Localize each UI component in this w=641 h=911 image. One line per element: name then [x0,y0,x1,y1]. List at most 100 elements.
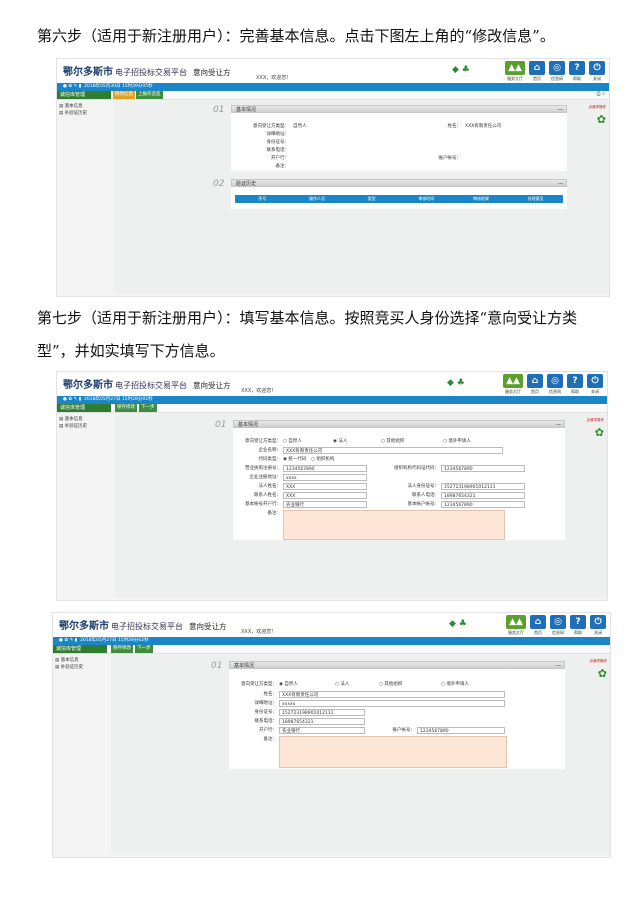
mascot-icon[interactable]: ✿ [597,113,606,126]
radio-other[interactable]: ○ 其他组织 [379,681,441,687]
history-panel: 序号 操作人员 类型 审核时间 审核结果 处理意见 [231,187,567,209]
power-icon: ⏻ [590,615,606,629]
next-button[interactable]: 下一步 [135,645,153,653]
tab-bar: 诚信库管理 修改信息 上报作造变 ⎙ ⌕ [57,91,609,100]
power-button[interactable]: ⏻ 关闭 [590,615,606,636]
help-icon: ? [567,374,583,388]
top-bar: 鄂尔多斯市 电子招投标交易平台 意向受让方 XXX，欢迎您！ ◆ ♣ ▲▲ 服务大厅 … [57,372,607,396]
sidebar-item-history[interactable]: ▤ 补验证历史 [59,423,87,430]
bank-input[interactable]: 农业银行 [279,727,365,734]
help-button[interactable]: ? 帮助 [569,61,585,82]
org-code-input[interactable]: 1234567890 [441,465,525,472]
save-button[interactable]: 保存修改 [115,404,137,412]
home-button[interactable]: ⌂ 首页 [530,615,546,636]
phone-input[interactable]: 18987654321 [279,718,365,725]
col-result: 审核结果 [473,196,490,201]
contact-name-input[interactable]: XXX [283,492,367,499]
home-button[interactable]: ⌂ 首页 [527,374,543,395]
platform-logo: 鄂尔多斯市 电子招投标交易平台 意向受让方 [63,380,231,391]
type-radio-group[interactable]: ◉ 自然人 ○ 法人 ○ 其他组织 ○ 境外申请人 [279,681,469,687]
edit-info-tab[interactable]: 修改信息 [113,91,135,99]
globe-icon: ◎ [550,615,566,629]
addr-label: 详细地址： [254,701,278,706]
col-seq: 序号 [258,196,267,201]
contact-phone-input[interactable]: 18987654321 [441,492,525,499]
bank-label: 基本帐号开户行： [245,502,281,507]
platform-logo: 鄂尔多斯市 电子招投标交易平台 意向受让方 [59,621,227,632]
screenshot-2: 鄂尔多斯市 电子招投标交易平台 意向受让方 XXX，欢迎您！ ◆ ♣ ▲▲ 服务大厅 … [56,371,608,601]
remark-textarea[interactable] [283,510,505,540]
history-section-header: 验证历史 — [231,179,567,187]
radio-unified[interactable]: ◉ 统一代码 [283,456,311,462]
hall-button[interactable]: ▲▲ 服务大厅 [505,61,525,82]
history-table-header: 序号 操作人员 类型 审核时间 审核结果 处理意见 [235,195,563,203]
account-input[interactable]: 1234567890 [441,501,525,508]
hall-icon: ▲▲ [503,374,523,388]
sidebar: ▤ 基本信息 ▤ 补验证历史 [55,657,83,671]
sidebar: ▤ 基本信息 ▤ 补验证历史 [59,416,87,430]
legal-id-input[interactable]: 152723198901012111 [441,483,525,490]
account-input[interactable]: 1234567890 [417,727,505,734]
name-label: 姓名： [263,692,278,697]
globe-icons: ◆ ♣ [449,619,467,629]
sidebar-item-history[interactable]: ▤ 补验证历史 [55,664,83,671]
power-icon: ⏻ [589,61,605,75]
help-button[interactable]: ? 帮助 [567,374,583,395]
remark-label: 备注： [267,511,282,516]
basic-panel: 意向受让方类型： ◉ 自然人 ○ 法人 ○ 其他组织 ○ 境外申请人 姓名： X… [229,669,565,769]
radio-overseas[interactable]: ○ 境外申请人 [443,438,471,444]
sidebar-item-basic[interactable]: ▤ 基本信息 [59,103,87,110]
radio-legal[interactable]: ◉ 法人 [333,438,381,444]
id-input[interactable]: 152723198901012111 [279,709,365,716]
section-number-01: 01 [211,661,223,671]
sidebar-item-basic[interactable]: ▤ 基本信息 [59,416,87,423]
report-tab[interactable]: 上报作造变 [136,91,163,99]
power-button[interactable]: ⏻ 关闭 [589,61,605,82]
globe-button[interactable]: ◎ 信息网 [547,374,563,395]
mascot-icon[interactable]: ✿ [598,667,607,680]
hall-button[interactable]: ▲▲ 服务大厅 [503,374,523,395]
mascot-tag: 点我学操作 [586,418,605,422]
reg-addr-input[interactable]: xxxx [283,474,367,481]
remark-textarea[interactable] [279,736,507,768]
company-input[interactable]: XXX有限责任公司 [283,447,503,454]
save-button[interactable]: 保存修改 [111,645,133,653]
reg-addr-label: 企业注册地址： [249,475,282,480]
type-radio-group[interactable]: ○ 自然人 ◉ 法人 ○ 其他组织 ○ 境外申请人 [283,438,471,444]
bank-label: 开户行： [271,156,289,161]
header-icons: ▲▲ 服务大厅 ⌂ 首页 ◎ 信息网 ? 帮助 ⏻ 关闭 [506,615,606,636]
addr-input[interactable]: xxxxx [279,700,505,707]
account-label: 账户帐号： [392,728,416,733]
license-input[interactable]: 1234567890 [283,465,367,472]
sidebar-item-basic[interactable]: ▤ 基本信息 [55,657,83,664]
code-type-radio[interactable]: ◉ 统一代码 ○ 组织机构 [283,456,334,462]
contact-name-label: 联系人姓名： [254,493,281,498]
next-button[interactable]: 下一步 [139,404,157,412]
account-label: 基本帐户帐号： [407,502,440,507]
radio-natural[interactable]: ○ 自然人 [283,438,333,444]
name-input[interactable]: XXX有限责任公司 [279,691,505,698]
radio-other[interactable]: ○ 其他组织 [381,438,443,444]
radio-natural[interactable]: ◉ 自然人 [279,681,335,687]
sidebar-item-history[interactable]: ▤ 补验证历史 [59,110,87,117]
home-button[interactable]: ⌂ 首页 [529,61,545,82]
datetime: ● ✿ ✎ ▮ 2018年05月27日 15时28分02秒 [59,638,149,643]
globe-button[interactable]: ◎ 信息网 [550,615,566,636]
help-icon: ? [570,615,586,629]
type-label: 意向受让方类型： [245,439,281,444]
power-button[interactable]: ⏻ 关闭 [587,374,603,395]
globe-button[interactable]: ◎ 信息网 [549,61,565,82]
hall-button[interactable]: ▲▲ 服务大厅 [506,615,526,636]
radio-org[interactable]: ○ 组织机构 [311,456,334,462]
help-button[interactable]: ? 帮助 [570,615,586,636]
radio-overseas[interactable]: ○ 境外申请人 [441,681,469,687]
mascot-icon[interactable]: ✿ [595,426,604,439]
radio-legal[interactable]: ○ 法人 [335,681,379,687]
sidebar-title: 诚信库管理 [57,91,111,99]
bank-input[interactable]: 农业银行 [283,501,367,508]
basic-panel: 意向受让方类型： ○ 自然人 ◉ 法人 ○ 其他组织 ○ 境外申请人 企业名称：… [233,428,565,540]
legal-name-input[interactable]: XXX [283,483,367,490]
print-icon[interactable]: ⎙ ⌕ [597,91,605,97]
tab-bar: 诚信库管理 保存修改 下一步 [53,645,610,654]
mascot-tag: 点我学操作 [588,105,607,109]
